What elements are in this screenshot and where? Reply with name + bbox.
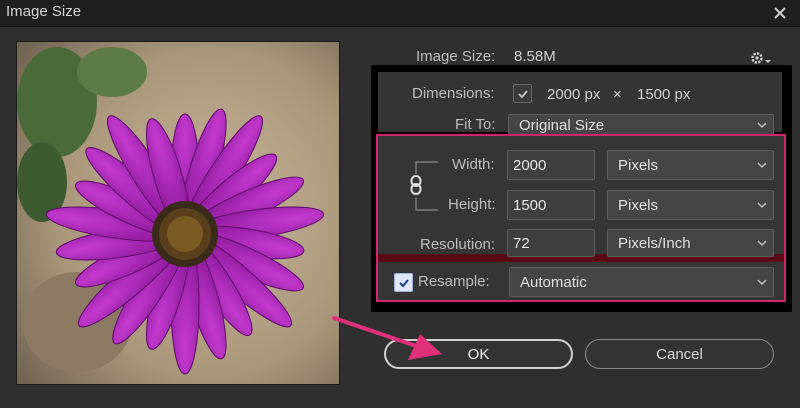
- close-icon: [774, 7, 786, 19]
- height-label: Height:: [448, 196, 496, 213]
- cancel-label: Cancel: [656, 345, 703, 363]
- resample-value: Automatic: [520, 273, 587, 291]
- width-unit-select[interactable]: Pixels: [607, 150, 774, 180]
- width-unit: Pixels: [618, 156, 659, 174]
- width-input[interactable]: 2000: [507, 150, 595, 180]
- resolution-input[interactable]: 72: [507, 229, 595, 257]
- gear-icon: [751, 52, 771, 64]
- window-title: Image Size: [6, 3, 82, 20]
- width-label: Width:: [452, 156, 495, 173]
- fit-to-select[interactable]: Original Size: [508, 114, 774, 136]
- height-unit-select[interactable]: Pixels: [607, 190, 774, 220]
- dimensions-separator: ×: [613, 86, 622, 103]
- chevron-down-icon: [757, 122, 767, 128]
- chevron-down-icon: [757, 202, 767, 208]
- resolution-value: 72: [513, 234, 530, 252]
- resolution-unit: Pixels/Inch: [618, 234, 691, 252]
- dimensions-width: 2000 px: [547, 86, 601, 103]
- fit-to-value: Original Size: [519, 116, 605, 134]
- resample-label: Resample:: [418, 273, 490, 290]
- image-preview: [16, 41, 340, 385]
- ok-label: OK: [467, 345, 490, 363]
- chevron-down-icon: [757, 240, 767, 246]
- dimensions-label: Dimensions:: [412, 85, 495, 102]
- image-size-value: 8.58M: [514, 48, 556, 65]
- fit-to-label: Fit To:: [455, 116, 496, 133]
- dimensions-dropdown-toggle[interactable]: [513, 84, 532, 103]
- height-value: 1500: [513, 196, 547, 214]
- constrain-proportions-link[interactable]: [410, 160, 440, 212]
- close-button[interactable]: [760, 0, 800, 26]
- checkmark-icon: [398, 278, 409, 287]
- checkmark-icon: [517, 89, 528, 98]
- resample-select[interactable]: Automatic: [509, 267, 774, 297]
- width-value: 2000: [513, 156, 547, 174]
- image-size-label: Image Size:: [416, 48, 496, 65]
- dimensions-height: 1500 px: [637, 86, 691, 103]
- resolution-label: Resolution:: [420, 236, 496, 253]
- height-input[interactable]: 1500: [507, 190, 595, 220]
- settings-button[interactable]: [750, 50, 772, 66]
- chevron-down-icon: [757, 279, 767, 285]
- flower-image: [17, 42, 339, 384]
- chevron-down-icon: [757, 162, 767, 168]
- title-bar: Image Size: [0, 0, 800, 27]
- pointer-arrow-icon: [332, 316, 442, 360]
- cancel-button[interactable]: Cancel: [585, 339, 774, 369]
- chain-link-icon: [410, 175, 422, 195]
- resample-checkbox[interactable]: [394, 273, 413, 292]
- resolution-unit-select[interactable]: Pixels/Inch: [607, 229, 774, 257]
- height-unit: Pixels: [618, 196, 659, 214]
